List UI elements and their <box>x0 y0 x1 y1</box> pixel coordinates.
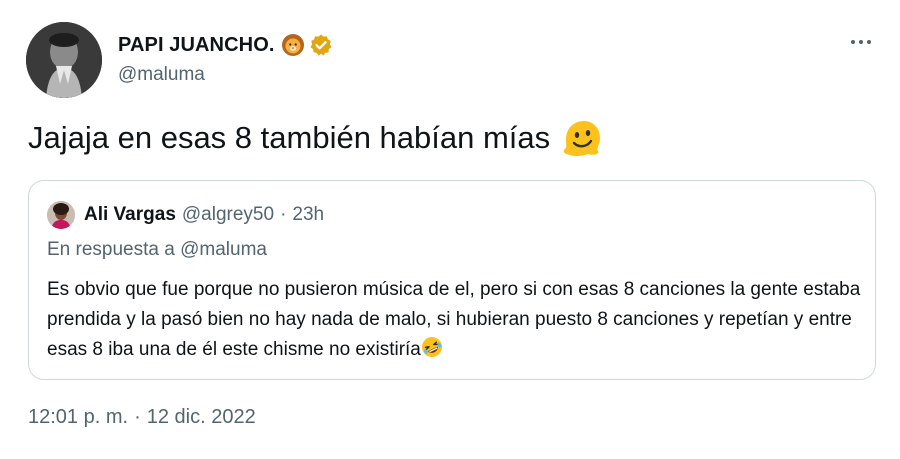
tweet-timestamp[interactable]: 12:01 p. m. · 12 dic. 2022 <box>28 406 256 429</box>
reply-prefix: En respuesta a <box>47 239 175 260</box>
tweet-date: 12 dic. 2022 <box>146 406 256 428</box>
quoted-author-handle[interactable]: @algrey50 <box>182 204 274 226</box>
more-dot-icon <box>851 40 855 44</box>
quoted-author-name[interactable]: Ali Vargas <box>84 204 176 226</box>
author-handle[interactable]: @maluma <box>118 64 333 86</box>
tweet-body: Jajaja en esas 8 también habían mías <box>28 116 604 160</box>
quoted-tweet-text: Es obvio que fue porque no pusieron músi… <box>47 275 867 365</box>
author-name-row: PAPI JUANCHO. <box>118 28 333 62</box>
lion-face-icon <box>281 33 305 57</box>
tweet-text: Jajaja en esas 8 también habían mías <box>28 120 551 155</box>
more-dot-icon <box>867 40 871 44</box>
reply-mention[interactable]: @maluma <box>180 239 267 260</box>
quoted-author-avatar[interactable] <box>47 201 75 229</box>
quoted-tweet-header: Ali Vargas @algrey50 · 23h <box>47 201 324 229</box>
quoted-time[interactable]: 23h <box>292 204 324 226</box>
quoted-separator: · <box>280 204 287 225</box>
melting-face-icon <box>560 118 604 158</box>
tweet-time: 12:01 p. m. <box>28 406 129 428</box>
tweet-card: PAPI JUANCHO. @maluma Jajaja en esas 8 t… <box>0 0 900 459</box>
more-dot-icon <box>859 40 863 44</box>
quoted-tweet[interactable]: Ali Vargas @algrey50 · 23h En respuesta … <box>28 180 876 380</box>
timestamp-separator: · <box>134 406 141 428</box>
author-info: PAPI JUANCHO. @maluma <box>118 28 333 86</box>
more-options-button[interactable] <box>846 30 876 54</box>
author-display-name[interactable]: PAPI JUANCHO. <box>118 34 275 57</box>
verified-badge-icon <box>309 33 333 57</box>
quoted-text: Es obvio que fue porque no pusieron músi… <box>47 279 861 360</box>
author-avatar[interactable] <box>26 22 102 98</box>
rolling-on-floor-laughing-icon <box>421 336 443 358</box>
reply-context: En respuesta a @maluma <box>47 239 267 261</box>
